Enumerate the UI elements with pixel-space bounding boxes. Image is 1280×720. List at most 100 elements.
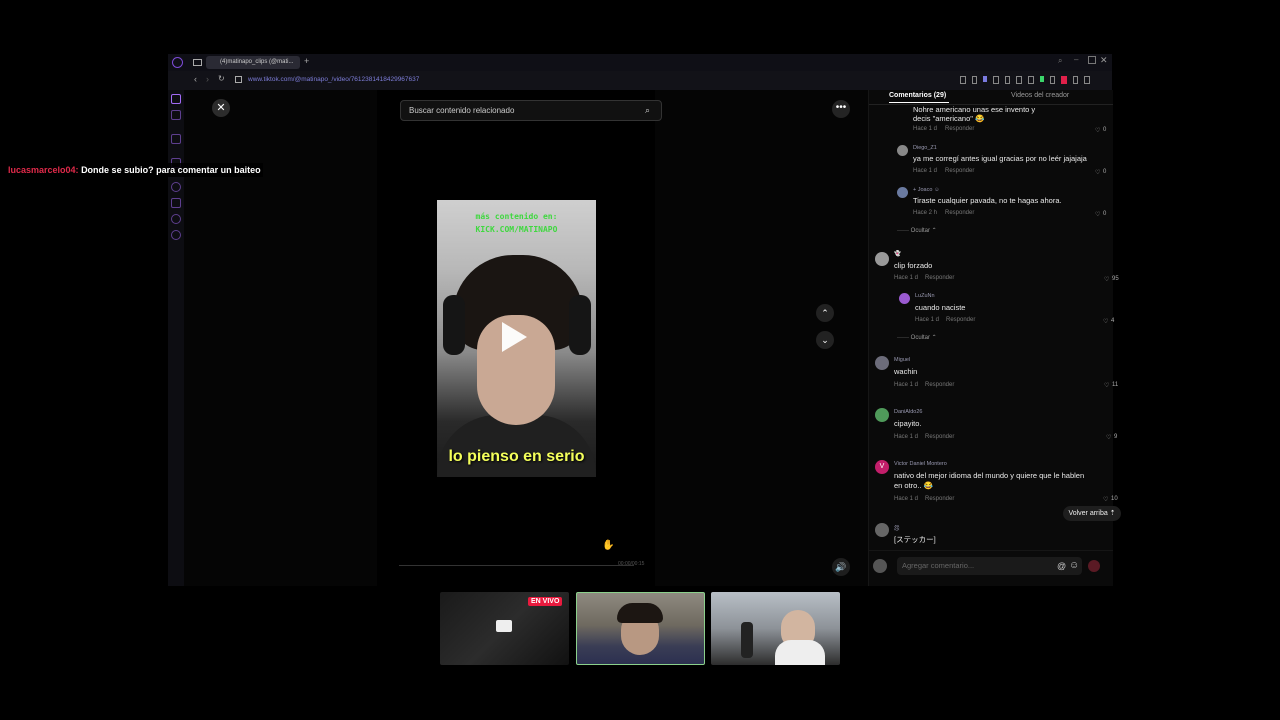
reply-button[interactable]: Responder	[945, 210, 974, 216]
comment-text: [ステッカー]	[894, 535, 936, 544]
like-count[interactable]: 95	[1112, 276, 1119, 282]
sidebar-icon-7[interactable]	[171, 214, 181, 224]
stream-thumbnail-screen[interactable]: EN VIVO	[440, 592, 569, 665]
history-icon[interactable]	[171, 182, 181, 192]
tab-tiktok[interactable]: (4)matinapo_clips (@mati...	[206, 56, 300, 69]
like-count[interactable]: 9	[1114, 434, 1117, 440]
sidebar-icon-2[interactable]	[171, 110, 181, 120]
heart-icon[interactable]: ♡	[1103, 318, 1108, 325]
heart-icon[interactable]: ♡	[1106, 434, 1111, 441]
tab-creator-videos[interactable]: Videos del creador	[1011, 92, 1069, 99]
home-icon[interactable]	[171, 94, 181, 104]
comment-input[interactable]: Agregar comentario...	[897, 557, 1082, 575]
back-icon[interactable]: ‹	[194, 74, 197, 84]
comment-time: Hace 1 d	[913, 168, 938, 174]
reply-button[interactable]: Responder	[946, 317, 975, 323]
comment-user[interactable]: Victor Daniel Montero	[894, 461, 947, 467]
stream-webcam-1[interactable]	[576, 592, 705, 665]
chat-bubble-icon	[496, 620, 512, 632]
comment-time: Hace 1 d	[894, 496, 919, 502]
previous-video-button[interactable]: ⌃	[816, 304, 834, 322]
emoji-icon[interactable]: ☺	[1069, 560, 1079, 571]
comment-user[interactable]: Miguel	[894, 357, 910, 363]
search-icon[interactable]: ⌕	[645, 105, 650, 116]
comment-time: Hace 2 h	[913, 210, 938, 216]
maximize-button[interactable]	[1088, 56, 1096, 64]
more-options-button[interactable]: •••	[832, 100, 850, 118]
new-tab-button[interactable]: +	[304, 56, 309, 66]
minimize-button[interactable]: –	[1074, 55, 1078, 64]
comment-user[interactable]: DaniAldo26	[894, 409, 922, 415]
comment-text: Tiraste cualquier pavada, no te hagas ah…	[913, 196, 1062, 205]
stream-chat-message: lucasmarcelo04: Donde se subio? para com…	[6, 163, 263, 177]
avatar[interactable]: V	[875, 460, 889, 474]
comment-input-bar: Agregar comentario... @ ☺	[869, 550, 1113, 581]
video-progress-bar[interactable]	[399, 565, 634, 566]
avatar[interactable]	[897, 145, 908, 156]
comment-text: clip forzado	[894, 261, 933, 270]
tab-indicator	[889, 102, 949, 103]
reply-button[interactable]: Responder	[945, 168, 974, 174]
mail-icon[interactable]	[193, 59, 202, 66]
reply-button[interactable]: Responder	[925, 382, 954, 388]
avatar[interactable]	[875, 523, 889, 537]
next-video-button[interactable]: ⌄	[816, 331, 834, 349]
stream-webcam-2[interactable]	[711, 592, 840, 665]
reply-button[interactable]: Responder	[945, 126, 974, 132]
comment-user[interactable]: + Joaco ☺	[913, 187, 940, 193]
back-to-top-button[interactable]: Volver arriba ⇡	[1063, 506, 1121, 521]
related-search-input[interactable]: Buscar contenido relacionado ⌕	[400, 100, 662, 121]
like-count[interactable]: 4	[1111, 318, 1114, 324]
like-count[interactable]: 10	[1111, 496, 1118, 502]
hide-replies-button[interactable]: —— Ocultar ⌃	[897, 227, 937, 234]
like-count[interactable]: 0	[1103, 169, 1106, 175]
avatar[interactable]	[875, 252, 889, 266]
reply-button[interactable]: Responder	[925, 275, 954, 281]
webcam-person-shirt	[775, 640, 825, 665]
user-avatar[interactable]	[873, 559, 887, 573]
reload-icon[interactable]: ↻	[218, 74, 225, 83]
send-icon[interactable]	[1088, 560, 1100, 572]
like-count[interactable]: 0	[1103, 211, 1106, 217]
comment-user[interactable]: Diego_Z1	[913, 145, 937, 151]
settings-icon[interactable]	[171, 230, 181, 240]
close-video-button[interactable]: ✕	[212, 99, 230, 117]
heart-icon[interactable]: ♡	[1095, 169, 1100, 176]
comment-user[interactable]: 👻	[894, 251, 901, 257]
sidebar-icon-3[interactable]	[171, 134, 181, 144]
reply-button[interactable]: Responder	[925, 496, 954, 502]
hide-replies-button[interactable]: —— Ocultar ⌃	[897, 334, 937, 341]
volume-icon[interactable]: 🔊	[832, 558, 850, 576]
tiktok-page: ✕ Buscar contenido relacionado ⌕ más con…	[184, 90, 1121, 586]
overlay-line-2: KICK.COM/MATINAPO	[475, 225, 558, 234]
close-window-button[interactable]: ✕	[1100, 55, 1108, 66]
like-count[interactable]: 11	[1112, 382, 1118, 388]
avatar[interactable]	[899, 293, 910, 304]
avatar[interactable]	[875, 356, 889, 370]
avatar[interactable]	[897, 187, 908, 198]
search-placeholder: Buscar contenido relacionado	[409, 106, 515, 115]
heart-icon[interactable]: ♡	[1095, 127, 1100, 134]
comment-user[interactable]: LuZuNn	[915, 293, 935, 299]
url-field[interactable]: www.tiktok.com/@matinapo_/video/76123814…	[248, 76, 419, 83]
webcam-person-hair	[617, 603, 663, 623]
extension-icons[interactable]	[960, 76, 1091, 84]
video-timer: 00:00/00:15	[618, 561, 645, 567]
reply-button[interactable]: Responder	[925, 434, 954, 440]
window-search-icon[interactable]: ⌕	[1058, 56, 1062, 66]
heart-icon[interactable]: ♡	[1104, 276, 1109, 283]
heart-icon[interactable]: ♡	[1104, 382, 1109, 389]
like-count[interactable]: 0	[1103, 127, 1106, 133]
browser-logo-icon[interactable]	[172, 57, 183, 68]
heart-icon[interactable]: ♡	[1095, 211, 1100, 218]
play-icon[interactable]	[502, 322, 527, 352]
download-icon[interactable]	[171, 198, 181, 208]
heart-icon[interactable]: ♡	[1103, 496, 1108, 503]
avatar[interactable]	[875, 408, 889, 422]
tab-comments[interactable]: Comentarios (29)	[889, 92, 946, 99]
forward-icon[interactable]: ›	[206, 74, 209, 84]
mention-icon[interactable]: @	[1057, 561, 1066, 571]
comment-text: wachin	[894, 367, 918, 376]
video-player[interactable]: más contenido en: KICK.COM/MATINAPO lo p…	[437, 200, 596, 477]
comment-user[interactable]: 怨	[894, 524, 900, 532]
